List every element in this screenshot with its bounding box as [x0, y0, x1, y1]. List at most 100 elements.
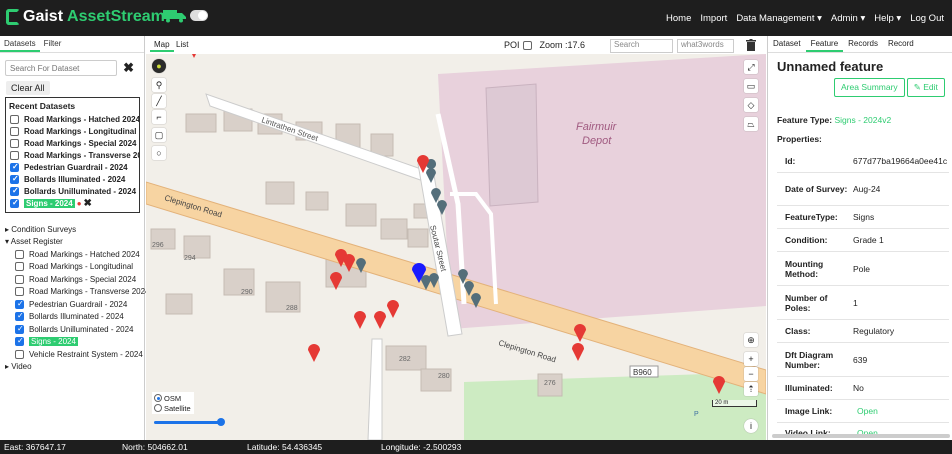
- recent-item[interactable]: Road Markings - Hatched 2024: [10, 113, 139, 125]
- tab-dataset[interactable]: Dataset: [768, 36, 806, 52]
- tab-record[interactable]: Record: [883, 36, 919, 52]
- radio[interactable]: [154, 394, 162, 402]
- checkbox[interactable]: [10, 126, 19, 136]
- poi-checkbox[interactable]: [522, 40, 532, 50]
- basemap-satellite[interactable]: Satellite: [154, 403, 192, 413]
- label-b960: B960: [633, 368, 652, 377]
- checkbox[interactable]: [15, 287, 24, 297]
- radio[interactable]: [154, 404, 162, 412]
- nav-logout[interactable]: Log Out: [910, 13, 944, 24]
- recent-item-signs[interactable]: Signs - 2024 ● ✖: [10, 197, 139, 209]
- opacity-slider[interactable]: [154, 418, 225, 426]
- zoom-out-button[interactable]: −: [744, 367, 758, 381]
- marker-tool-icon[interactable]: ⚲: [152, 78, 166, 92]
- zoom-in-button[interactable]: +: [744, 352, 758, 366]
- feature-type-link[interactable]: Signs - 2024v2: [834, 115, 891, 125]
- clear-search-icon[interactable]: ✖: [123, 60, 134, 76]
- nav-admin[interactable]: Admin ▾: [831, 13, 865, 24]
- checkbox[interactable]: [15, 336, 24, 347]
- toggle-switch[interactable]: [190, 10, 208, 21]
- measure-icon[interactable]: ▭: [744, 79, 758, 93]
- tab-list[interactable]: List: [172, 39, 192, 50]
- tab-feature[interactable]: Feature: [805, 36, 844, 52]
- tab-map[interactable]: Map: [150, 39, 174, 52]
- recent-item[interactable]: Road Markings - Special 2024: [10, 137, 139, 149]
- area-summary-button[interactable]: Area Summary: [834, 78, 905, 97]
- checkbox[interactable]: [15, 262, 24, 272]
- checkbox[interactable]: [15, 274, 24, 284]
- area-icon[interactable]: ◇: [744, 98, 758, 112]
- image-link[interactable]: Open: [853, 403, 878, 419]
- tree-item[interactable]: Road Markings - Longitudinal: [5, 261, 143, 274]
- tab-records[interactable]: Records: [843, 36, 883, 52]
- scale-bar: 20 m: [712, 400, 757, 407]
- nav-import[interactable]: Import: [700, 13, 727, 24]
- pin-red[interactable]: [387, 300, 399, 318]
- tree-condition-surveys[interactable]: ▸ Condition Surveys: [5, 223, 143, 236]
- rectangle-tool-icon[interactable]: ▢: [152, 128, 166, 142]
- tree-item-signs[interactable]: Signs - 2024: [5, 336, 143, 349]
- dataset-search-input[interactable]: [5, 60, 117, 76]
- tree-item[interactable]: Bollards Illuminated - 2024: [5, 311, 143, 324]
- checkbox[interactable]: [15, 299, 24, 309]
- locate-icon[interactable]: ⊕: [744, 333, 758, 347]
- nav-help[interactable]: Help ▾: [874, 13, 901, 24]
- pin-red[interactable]: [189, 54, 199, 58]
- pin-red[interactable]: [308, 344, 320, 362]
- tree-item[interactable]: Road Markings - Hatched 2024: [5, 248, 143, 261]
- clear-all-button[interactable]: Clear All: [6, 81, 50, 95]
- pin-red[interactable]: [574, 324, 586, 342]
- pin-red[interactable]: [572, 343, 584, 361]
- basemap-osm[interactable]: OSM: [154, 393, 192, 403]
- house-number: 296: [152, 242, 164, 249]
- tree-item[interactable]: Road Markings - Special 2024: [5, 273, 143, 286]
- recent-item[interactable]: Bollards Unilluminated - 2024: [10, 185, 139, 197]
- checkbox[interactable]: [15, 311, 24, 322]
- tree-item[interactable]: Vehicle Restraint System - 2024: [5, 348, 143, 361]
- map-canvas[interactable]: Lintrathen Street Clepington Road Clepin…: [146, 54, 766, 440]
- shape-tool-icon[interactable]: ⌐: [152, 110, 166, 124]
- checkbox[interactable]: [15, 324, 24, 334]
- recent-item[interactable]: Road Markings - Longitudinal: [10, 125, 139, 137]
- edit-button[interactable]: ✎ Edit: [906, 78, 945, 97]
- checkbox[interactable]: [15, 249, 24, 259]
- tree-asset-register[interactable]: ▾ Asset Register: [5, 236, 143, 249]
- tree-video[interactable]: ▸ Video: [5, 361, 143, 374]
- checkbox[interactable]: [15, 349, 24, 359]
- checkbox[interactable]: [10, 186, 19, 196]
- tree-item[interactable]: Bollards Unilluminated - 2024: [5, 323, 143, 336]
- checkbox[interactable]: [10, 150, 19, 160]
- tab-filter[interactable]: Filter: [40, 36, 66, 52]
- recent-item[interactable]: Bollards Illuminated - 2024: [10, 173, 139, 185]
- checkbox[interactable]: [10, 198, 19, 208]
- recent-item[interactable]: Road Markings - Transverse 2024: [10, 149, 139, 161]
- horizontal-scrollbar[interactable]: [772, 434, 950, 438]
- fullscreen-icon[interactable]: ⤢: [744, 60, 758, 74]
- checkbox[interactable]: [10, 174, 19, 184]
- poi-toggle[interactable]: POI Zoom :17.6: [504, 40, 585, 50]
- compass-icon[interactable]: ⇡: [744, 382, 758, 396]
- nav-home[interactable]: Home: [666, 13, 691, 24]
- layer-icon[interactable]: ●: [152, 59, 166, 73]
- pin-red[interactable]: [374, 311, 386, 329]
- tree-item[interactable]: Road Markings - Transverse 2024: [5, 286, 150, 299]
- pin-red[interactable]: [354, 311, 366, 329]
- checkbox[interactable]: [10, 162, 19, 172]
- map-tiles: Lintrathen Street Clepington Road Clepin…: [146, 54, 766, 440]
- tree-item[interactable]: Pedestrian Guardrail - 2024: [5, 298, 143, 311]
- trash-icon[interactable]: [746, 39, 756, 51]
- perspective-icon[interactable]: ⏢: [744, 117, 758, 131]
- what3words-input[interactable]: what3words: [677, 39, 734, 53]
- tab-datasets[interactable]: Datasets: [0, 36, 40, 52]
- checkbox[interactable]: [10, 138, 19, 148]
- info-icon[interactable]: i: [744, 419, 758, 433]
- checkbox[interactable]: [10, 114, 19, 124]
- remove-icon[interactable]: ✖: [84, 198, 92, 209]
- logo[interactable]: Gaist AssetStream: [6, 6, 165, 28]
- map-search-input[interactable]: Search: [610, 39, 673, 53]
- nav-data-management[interactable]: Data Management ▾: [736, 13, 822, 24]
- recent-item[interactable]: Pedestrian Guardrail - 2024: [10, 161, 139, 173]
- house-number: 276: [544, 380, 556, 387]
- circle-tool-icon[interactable]: ○: [152, 146, 166, 160]
- line-tool-icon[interactable]: ╱: [152, 94, 166, 108]
